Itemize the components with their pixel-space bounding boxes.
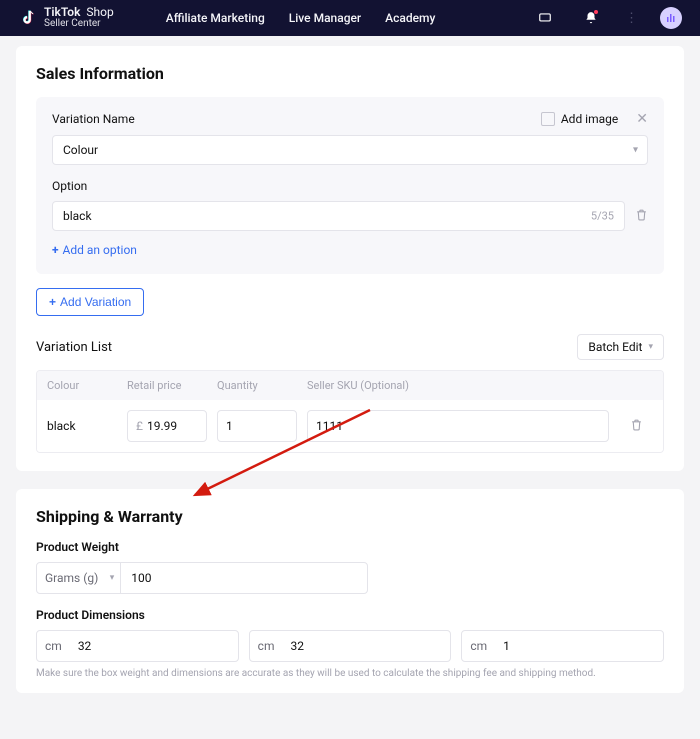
weight-unit: Grams (g)	[45, 571, 98, 585]
dimensions-label: Product Dimensions	[36, 608, 664, 622]
variation-panel: Variation Name Add image ✕ Colour ▾ Opti…	[36, 97, 664, 274]
brand: TikTok Shop Seller Center	[20, 6, 114, 29]
sales-card: Sales Information Variation Name Add ima…	[16, 46, 684, 471]
batch-edit-button[interactable]: Batch Edit ▾	[577, 334, 664, 360]
weight-input[interactable]: Grams (g) ▾ 100	[36, 562, 368, 594]
add-variation-button[interactable]: + Add Variation	[36, 288, 144, 316]
dim1-input[interactable]: cm 32	[36, 630, 239, 662]
variation-list-label: Variation List	[36, 340, 112, 355]
dim2-input[interactable]: cm 32	[249, 630, 452, 662]
option-charcount: 5/35	[591, 210, 614, 223]
row-sku-input[interactable]: 1111	[307, 410, 609, 442]
sales-title: Sales Information	[36, 64, 664, 83]
tiktok-logo-icon	[20, 9, 38, 27]
add-image-label: Add image	[561, 112, 618, 126]
close-icon[interactable]: ✕	[636, 111, 648, 127]
row-price-value: 19.99	[147, 419, 177, 433]
dim-unit: cm	[37, 631, 70, 661]
dim-unit: cm	[462, 631, 495, 661]
nav-live-manager[interactable]: Live Manager	[289, 11, 361, 25]
header-divider: ⋮	[625, 11, 638, 26]
notification-dot-icon	[594, 10, 598, 14]
row-qty-input[interactable]: 1	[217, 410, 297, 442]
chevron-down-icon: ▾	[110, 573, 115, 583]
dim2-value: 32	[282, 639, 312, 653]
nav-affiliate[interactable]: Affiliate Marketing	[166, 11, 265, 25]
col-sku: Seller SKU (Optional)	[307, 379, 619, 392]
row-sku-value: 1111	[316, 419, 343, 433]
col-price: Retail price	[127, 379, 217, 392]
row-price-input[interactable]: £ 19.99	[127, 410, 207, 442]
weight-unit-select[interactable]: Grams (g) ▾	[37, 563, 121, 593]
dimensions-note: Make sure the box weight and dimensions …	[36, 668, 664, 679]
dim3-value: 1	[495, 639, 518, 653]
plus-icon: +	[52, 243, 59, 257]
option-input[interactable]: black 5/35	[52, 201, 625, 231]
shipping-card: Shipping & Warranty Product Weight Grams…	[16, 489, 684, 693]
dim1-value: 32	[70, 639, 100, 653]
delete-row-icon[interactable]	[630, 418, 643, 434]
user-avatar[interactable]	[660, 7, 682, 29]
table-row: black £ 19.99 1 1111	[37, 400, 663, 452]
add-option-label: Add an option	[63, 243, 137, 257]
brand-sub: Seller Center	[44, 19, 114, 30]
currency-symbol: £	[136, 419, 143, 433]
variation-name-label: Variation Name	[52, 112, 135, 126]
shipping-title: Shipping & Warranty	[36, 507, 664, 526]
chevron-down-icon: ▾	[633, 145, 638, 156]
table-header: Colour Retail price Quantity Seller SKU …	[37, 371, 663, 400]
weight-label: Product Weight	[36, 540, 664, 554]
variation-name-value: Colour	[63, 143, 98, 157]
option-value: black	[63, 209, 92, 223]
bell-icon[interactable]	[579, 6, 603, 30]
row-qty-value: 1	[226, 419, 233, 433]
dimensions-row: cm 32 cm 32 cm 1	[36, 630, 664, 662]
add-option-link[interactable]: + Add an option	[52, 243, 137, 257]
page-body: Sales Information Variation Name Add ima…	[0, 36, 700, 739]
col-qty: Quantity	[217, 379, 307, 392]
add-image-checkbox[interactable]	[541, 112, 555, 126]
variation-name-row: Variation Name Add image ✕	[52, 111, 648, 127]
dim3-input[interactable]: cm 1	[461, 630, 664, 662]
nav-academy[interactable]: Academy	[385, 11, 435, 25]
variation-table: Colour Retail price Quantity Seller SKU …	[36, 370, 664, 453]
dim-unit: cm	[250, 631, 283, 661]
delete-option-icon[interactable]	[635, 208, 648, 224]
row-colour: black	[47, 419, 127, 433]
header-nav: Affiliate Marketing Live Manager Academy	[166, 11, 436, 25]
col-colour: Colour	[47, 379, 127, 392]
batch-edit-label: Batch Edit	[588, 340, 642, 354]
weight-value: 100	[121, 571, 161, 585]
app-header: TikTok Shop Seller Center Affiliate Mark…	[0, 0, 700, 36]
plus-icon: +	[49, 295, 56, 309]
variation-name-select[interactable]: Colour ▾	[52, 135, 648, 165]
chat-icon[interactable]	[533, 6, 557, 30]
add-variation-label: Add Variation	[60, 295, 131, 309]
option-label: Option	[52, 179, 648, 193]
chevron-down-icon: ▾	[648, 342, 653, 352]
